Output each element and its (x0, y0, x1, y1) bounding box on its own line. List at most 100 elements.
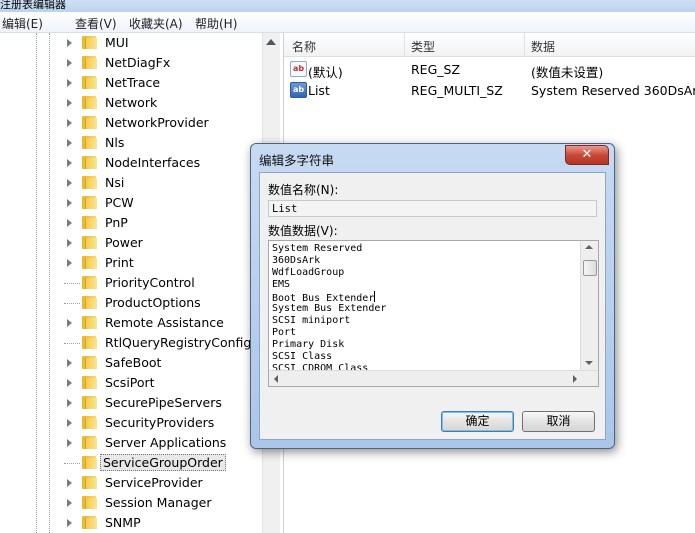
folder-icon (82, 336, 97, 349)
value-data-text[interactable]: System Reserved 360DsArk WdfLoadGroup EMS Bo… (272, 243, 386, 375)
column-divider[interactable] (404, 33, 405, 56)
tree-item[interactable]: MUI (0, 33, 262, 53)
expand-arrow-icon[interactable] (67, 159, 72, 167)
textarea-horizontal-scrollbar[interactable] (269, 370, 598, 386)
folder-icon-front (85, 218, 97, 229)
value-data-textarea[interactable]: System Reserved 360DsArk WdfLoadGroup EMS Bo… (268, 240, 599, 387)
column-divider[interactable] (524, 33, 525, 56)
folder-icon-front (85, 138, 97, 149)
folder-icon-front (85, 38, 97, 49)
folder-icon-front (85, 398, 97, 409)
value-data: (数值未设置) (531, 65, 604, 80)
expand-arrow-icon[interactable] (67, 79, 72, 87)
folder-icon-front (85, 358, 97, 369)
menu-favorites[interactable]: 收藏夹(A) (129, 15, 183, 32)
folder-icon (82, 76, 97, 89)
value-data-line-text: WdfLoadGroup (272, 267, 345, 278)
folder-icon (82, 276, 97, 289)
folder-icon (82, 216, 97, 229)
expand-arrow-icon[interactable] (67, 359, 72, 367)
tree-item[interactable]: PriorityControl (0, 273, 262, 293)
value-name: List (308, 83, 330, 98)
ok-button[interactable]: 确定 (441, 411, 514, 432)
list-item[interactable]: ab (默认) REG_SZ (数值未设置) (284, 59, 695, 80)
expand-arrow-icon[interactable] (67, 219, 72, 227)
scroll-left-arrow-icon[interactable] (274, 375, 278, 383)
expand-arrow-icon[interactable] (67, 419, 72, 427)
expand-arrow-icon[interactable] (67, 439, 72, 447)
folder-icon (82, 376, 97, 389)
tree-item[interactable]: Print (0, 253, 262, 273)
scroll-up-arrow-icon[interactable] (266, 39, 276, 45)
expand-arrow-icon[interactable] (67, 379, 72, 387)
folder-icon (82, 456, 97, 469)
folder-icon (82, 136, 97, 149)
tree-item[interactable]: PCW (0, 193, 262, 213)
expand-arrow-icon[interactable] (67, 479, 72, 487)
expand-arrow-icon[interactable] (67, 319, 72, 327)
folder-icon (82, 356, 97, 369)
expand-arrow-icon[interactable] (67, 59, 72, 67)
textarea-vertical-scrollbar[interactable] (580, 241, 598, 370)
menu-view[interactable]: 查看(V) (75, 15, 117, 32)
tree-item[interactable]: Nsi (0, 173, 262, 193)
expand-arrow-icon[interactable] (67, 99, 72, 107)
expand-arrow-icon[interactable] (67, 199, 72, 207)
tree-item[interactable]: SafeBoot (0, 353, 262, 373)
tree-item[interactable]: ServiceGroupOrder (0, 453, 262, 473)
menu-help[interactable]: 帮助(H) (195, 15, 237, 32)
menu-edit[interactable]: 编辑(E) (2, 15, 43, 32)
tree-item[interactable]: RtlQueryRegistryConfig (0, 333, 262, 353)
expand-arrow-icon[interactable] (67, 139, 72, 147)
tree-item[interactable]: NetTrace (0, 73, 262, 93)
tree-item[interactable]: NetworkProvider (0, 113, 262, 133)
expand-arrow-icon[interactable] (67, 499, 72, 507)
tree-item-label: ServiceProvider (105, 475, 203, 490)
scroll-right-arrow-icon[interactable] (573, 375, 577, 383)
tree-item[interactable]: NetDiagFx (0, 53, 262, 73)
expand-arrow-icon[interactable] (67, 519, 72, 527)
tree-item[interactable]: SNMP (0, 513, 262, 533)
value-data-line: SCSI Class (272, 351, 386, 363)
tree-item[interactable]: Server Applications (0, 433, 262, 453)
scroll-up-arrow-icon[interactable] (585, 245, 593, 249)
value-name: (默认) (308, 65, 343, 80)
tree-item[interactable]: ServiceProvider (0, 473, 262, 493)
expand-arrow-icon[interactable] (67, 119, 72, 127)
expand-arrow-icon[interactable] (67, 399, 72, 407)
column-header-name[interactable]: 名称 (292, 38, 316, 55)
tree-item[interactable]: Power (0, 233, 262, 253)
expand-arrow-icon[interactable] (67, 39, 72, 47)
tree-item[interactable]: NodeInterfaces (0, 153, 262, 173)
scrollbar-thumb[interactable] (583, 260, 597, 276)
scroll-down-arrow-icon[interactable] (585, 361, 593, 365)
expand-arrow-icon[interactable] (67, 179, 72, 187)
tree-item[interactable]: PnP (0, 213, 262, 233)
column-header-type[interactable]: 类型 (411, 38, 435, 55)
folder-icon-front (85, 458, 97, 469)
folder-icon (82, 476, 97, 489)
list-item[interactable]: ab List REG_MULTI_SZ System Reserved 360… (284, 80, 695, 100)
list-header: 名称 类型 数据 (284, 33, 695, 57)
tree-item[interactable]: SecurityProviders (0, 413, 262, 433)
window-title-bar: 注册表编辑器 (0, 0, 695, 12)
expand-arrow-icon[interactable] (67, 259, 72, 267)
value-data-line-text: System Reserved (272, 243, 363, 254)
tree-item[interactable]: Session Manager (0, 493, 262, 513)
value-data-line-text: Primary Disk (272, 339, 345, 350)
cancel-button[interactable]: 取消 (522, 411, 595, 432)
tree-item[interactable]: Network (0, 93, 262, 113)
expand-arrow-icon[interactable] (67, 239, 72, 247)
multi-string-value-icon: ab (290, 82, 307, 98)
folder-icon (82, 396, 97, 409)
tree-item[interactable]: Remote Assistance (0, 313, 262, 333)
column-header-data[interactable]: 数据 (531, 38, 555, 55)
folder-icon (82, 416, 97, 429)
tree-item[interactable]: SecurePipeServers (0, 393, 262, 413)
registry-key-tree[interactable]: MUI NetDiagFx NetTrace Network NetworkProvid… (0, 33, 262, 533)
tree-connector (64, 303, 80, 304)
tree-item[interactable]: ScsiPort (0, 373, 262, 393)
close-button[interactable]: ✕ (565, 145, 609, 165)
tree-item[interactable]: ProductOptions (0, 293, 262, 313)
tree-item[interactable]: Nls (0, 133, 262, 153)
